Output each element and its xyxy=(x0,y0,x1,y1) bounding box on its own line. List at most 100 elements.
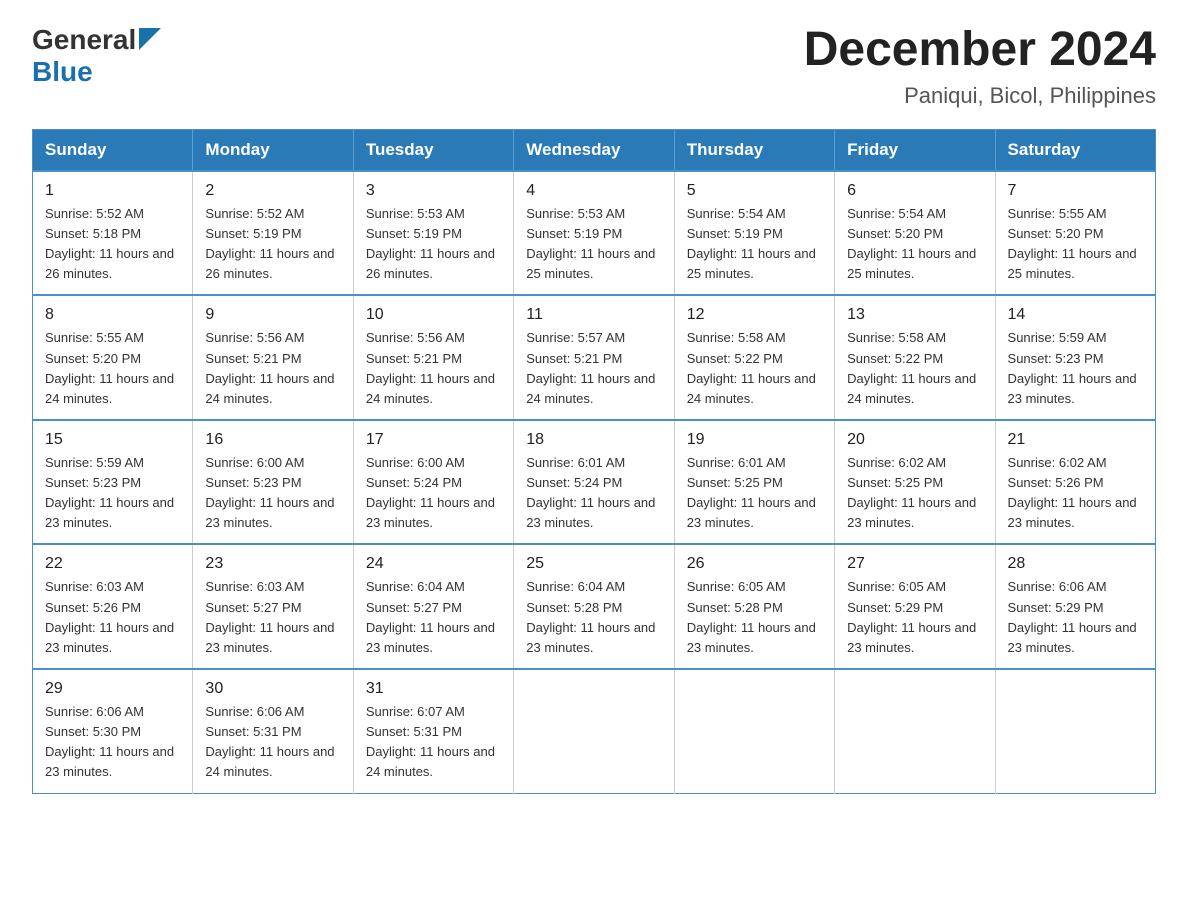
day-info: Sunrise: 6:04 AMSunset: 5:28 PMDaylight:… xyxy=(526,577,661,658)
week-row-4: 22 Sunrise: 6:03 AMSunset: 5:26 PMDaylig… xyxy=(33,544,1156,669)
calendar-cell: 8 Sunrise: 5:55 AMSunset: 5:20 PMDayligh… xyxy=(33,295,193,420)
day-number: 16 xyxy=(205,431,340,449)
day-info: Sunrise: 5:58 AMSunset: 5:22 PMDaylight:… xyxy=(847,328,982,409)
day-number: 28 xyxy=(1008,555,1143,573)
day-info: Sunrise: 6:06 AMSunset: 5:31 PMDaylight:… xyxy=(205,702,340,783)
day-info: Sunrise: 6:02 AMSunset: 5:25 PMDaylight:… xyxy=(847,453,982,534)
header-tuesday: Tuesday xyxy=(353,129,513,171)
day-info: Sunrise: 5:59 AMSunset: 5:23 PMDaylight:… xyxy=(1008,328,1143,409)
title-section: December 2024 Paniqui, Bicol, Philippine… xyxy=(804,24,1156,109)
day-number: 31 xyxy=(366,680,501,698)
calendar-cell: 16 Sunrise: 6:00 AMSunset: 5:23 PMDaylig… xyxy=(193,420,353,545)
day-number: 25 xyxy=(526,555,661,573)
day-info: Sunrise: 6:03 AMSunset: 5:27 PMDaylight:… xyxy=(205,577,340,658)
day-info: Sunrise: 6:05 AMSunset: 5:29 PMDaylight:… xyxy=(847,577,982,658)
calendar-cell: 27 Sunrise: 6:05 AMSunset: 5:29 PMDaylig… xyxy=(835,544,995,669)
calendar-cell: 10 Sunrise: 5:56 AMSunset: 5:21 PMDaylig… xyxy=(353,295,513,420)
header-monday: Monday xyxy=(193,129,353,171)
day-number: 23 xyxy=(205,555,340,573)
day-number: 11 xyxy=(526,306,661,324)
day-info: Sunrise: 5:56 AMSunset: 5:21 PMDaylight:… xyxy=(205,328,340,409)
calendar-cell: 11 Sunrise: 5:57 AMSunset: 5:21 PMDaylig… xyxy=(514,295,674,420)
calendar-cell: 4 Sunrise: 5:53 AMSunset: 5:19 PMDayligh… xyxy=(514,171,674,296)
day-number: 10 xyxy=(366,306,501,324)
calendar-header: SundayMondayTuesdayWednesdayThursdayFrid… xyxy=(33,129,1156,171)
calendar-cell: 24 Sunrise: 6:04 AMSunset: 5:27 PMDaylig… xyxy=(353,544,513,669)
calendar-cell: 7 Sunrise: 5:55 AMSunset: 5:20 PMDayligh… xyxy=(995,171,1155,296)
header-sunday: Sunday xyxy=(33,129,193,171)
day-info: Sunrise: 5:52 AMSunset: 5:19 PMDaylight:… xyxy=(205,204,340,285)
day-info: Sunrise: 5:52 AMSunset: 5:18 PMDaylight:… xyxy=(45,204,180,285)
calendar-cell: 1 Sunrise: 5:52 AMSunset: 5:18 PMDayligh… xyxy=(33,171,193,296)
calendar-cell: 23 Sunrise: 6:03 AMSunset: 5:27 PMDaylig… xyxy=(193,544,353,669)
day-number: 9 xyxy=(205,306,340,324)
day-number: 8 xyxy=(45,306,180,324)
day-info: Sunrise: 6:00 AMSunset: 5:24 PMDaylight:… xyxy=(366,453,501,534)
header-saturday: Saturday xyxy=(995,129,1155,171)
calendar-cell xyxy=(514,669,674,793)
day-info: Sunrise: 5:57 AMSunset: 5:21 PMDaylight:… xyxy=(526,328,661,409)
day-info: Sunrise: 5:56 AMSunset: 5:21 PMDaylight:… xyxy=(366,328,501,409)
calendar-cell xyxy=(995,669,1155,793)
day-number: 26 xyxy=(687,555,822,573)
day-info: Sunrise: 6:02 AMSunset: 5:26 PMDaylight:… xyxy=(1008,453,1143,534)
day-number: 14 xyxy=(1008,306,1143,324)
day-number: 1 xyxy=(45,182,180,200)
day-number: 2 xyxy=(205,182,340,200)
day-info: Sunrise: 5:53 AMSunset: 5:19 PMDaylight:… xyxy=(366,204,501,285)
calendar-cell: 17 Sunrise: 6:00 AMSunset: 5:24 PMDaylig… xyxy=(353,420,513,545)
day-number: 29 xyxy=(45,680,180,698)
calendar-cell: 18 Sunrise: 6:01 AMSunset: 5:24 PMDaylig… xyxy=(514,420,674,545)
calendar-cell: 5 Sunrise: 5:54 AMSunset: 5:19 PMDayligh… xyxy=(674,171,834,296)
day-info: Sunrise: 6:00 AMSunset: 5:23 PMDaylight:… xyxy=(205,453,340,534)
day-info: Sunrise: 6:03 AMSunset: 5:26 PMDaylight:… xyxy=(45,577,180,658)
day-number: 12 xyxy=(687,306,822,324)
calendar-cell: 31 Sunrise: 6:07 AMSunset: 5:31 PMDaylig… xyxy=(353,669,513,793)
week-row-5: 29 Sunrise: 6:06 AMSunset: 5:30 PMDaylig… xyxy=(33,669,1156,793)
day-info: Sunrise: 5:54 AMSunset: 5:20 PMDaylight:… xyxy=(847,204,982,285)
calendar-cell: 9 Sunrise: 5:56 AMSunset: 5:21 PMDayligh… xyxy=(193,295,353,420)
day-info: Sunrise: 6:01 AMSunset: 5:24 PMDaylight:… xyxy=(526,453,661,534)
calendar-cell: 6 Sunrise: 5:54 AMSunset: 5:20 PMDayligh… xyxy=(835,171,995,296)
week-row-3: 15 Sunrise: 5:59 AMSunset: 5:23 PMDaylig… xyxy=(33,420,1156,545)
day-info: Sunrise: 5:55 AMSunset: 5:20 PMDaylight:… xyxy=(45,328,180,409)
header-wednesday: Wednesday xyxy=(514,129,674,171)
calendar-table: SundayMondayTuesdayWednesdayThursdayFrid… xyxy=(32,129,1156,794)
day-info: Sunrise: 6:04 AMSunset: 5:27 PMDaylight:… xyxy=(366,577,501,658)
calendar-cell: 13 Sunrise: 5:58 AMSunset: 5:22 PMDaylig… xyxy=(835,295,995,420)
day-number: 19 xyxy=(687,431,822,449)
day-info: Sunrise: 5:53 AMSunset: 5:19 PMDaylight:… xyxy=(526,204,661,285)
calendar-cell: 2 Sunrise: 5:52 AMSunset: 5:19 PMDayligh… xyxy=(193,171,353,296)
day-info: Sunrise: 6:06 AMSunset: 5:30 PMDaylight:… xyxy=(45,702,180,783)
week-row-2: 8 Sunrise: 5:55 AMSunset: 5:20 PMDayligh… xyxy=(33,295,1156,420)
week-row-1: 1 Sunrise: 5:52 AMSunset: 5:18 PMDayligh… xyxy=(33,171,1156,296)
day-info: Sunrise: 6:06 AMSunset: 5:29 PMDaylight:… xyxy=(1008,577,1143,658)
day-info: Sunrise: 6:01 AMSunset: 5:25 PMDaylight:… xyxy=(687,453,822,534)
day-number: 18 xyxy=(526,431,661,449)
logo: General Blue xyxy=(32,24,161,88)
day-number: 24 xyxy=(366,555,501,573)
calendar-cell: 15 Sunrise: 5:59 AMSunset: 5:23 PMDaylig… xyxy=(33,420,193,545)
day-info: Sunrise: 6:05 AMSunset: 5:28 PMDaylight:… xyxy=(687,577,822,658)
header-row: SundayMondayTuesdayWednesdayThursdayFrid… xyxy=(33,129,1156,171)
calendar-cell xyxy=(674,669,834,793)
calendar-cell: 29 Sunrise: 6:06 AMSunset: 5:30 PMDaylig… xyxy=(33,669,193,793)
calendar-cell: 3 Sunrise: 5:53 AMSunset: 5:19 PMDayligh… xyxy=(353,171,513,296)
calendar-cell: 22 Sunrise: 6:03 AMSunset: 5:26 PMDaylig… xyxy=(33,544,193,669)
day-number: 6 xyxy=(847,182,982,200)
calendar-cell: 25 Sunrise: 6:04 AMSunset: 5:28 PMDaylig… xyxy=(514,544,674,669)
day-info: Sunrise: 6:07 AMSunset: 5:31 PMDaylight:… xyxy=(366,702,501,783)
day-info: Sunrise: 5:55 AMSunset: 5:20 PMDaylight:… xyxy=(1008,204,1143,285)
calendar-cell xyxy=(835,669,995,793)
location-title: Paniqui, Bicol, Philippines xyxy=(804,83,1156,109)
day-number: 4 xyxy=(526,182,661,200)
day-number: 20 xyxy=(847,431,982,449)
day-info: Sunrise: 5:54 AMSunset: 5:19 PMDaylight:… xyxy=(687,204,822,285)
day-number: 30 xyxy=(205,680,340,698)
calendar-cell: 14 Sunrise: 5:59 AMSunset: 5:23 PMDaylig… xyxy=(995,295,1155,420)
logo-triangle-icon xyxy=(139,28,161,50)
calendar-cell: 28 Sunrise: 6:06 AMSunset: 5:29 PMDaylig… xyxy=(995,544,1155,669)
logo-general: General xyxy=(32,24,136,56)
header-friday: Friday xyxy=(835,129,995,171)
calendar-cell: 30 Sunrise: 6:06 AMSunset: 5:31 PMDaylig… xyxy=(193,669,353,793)
